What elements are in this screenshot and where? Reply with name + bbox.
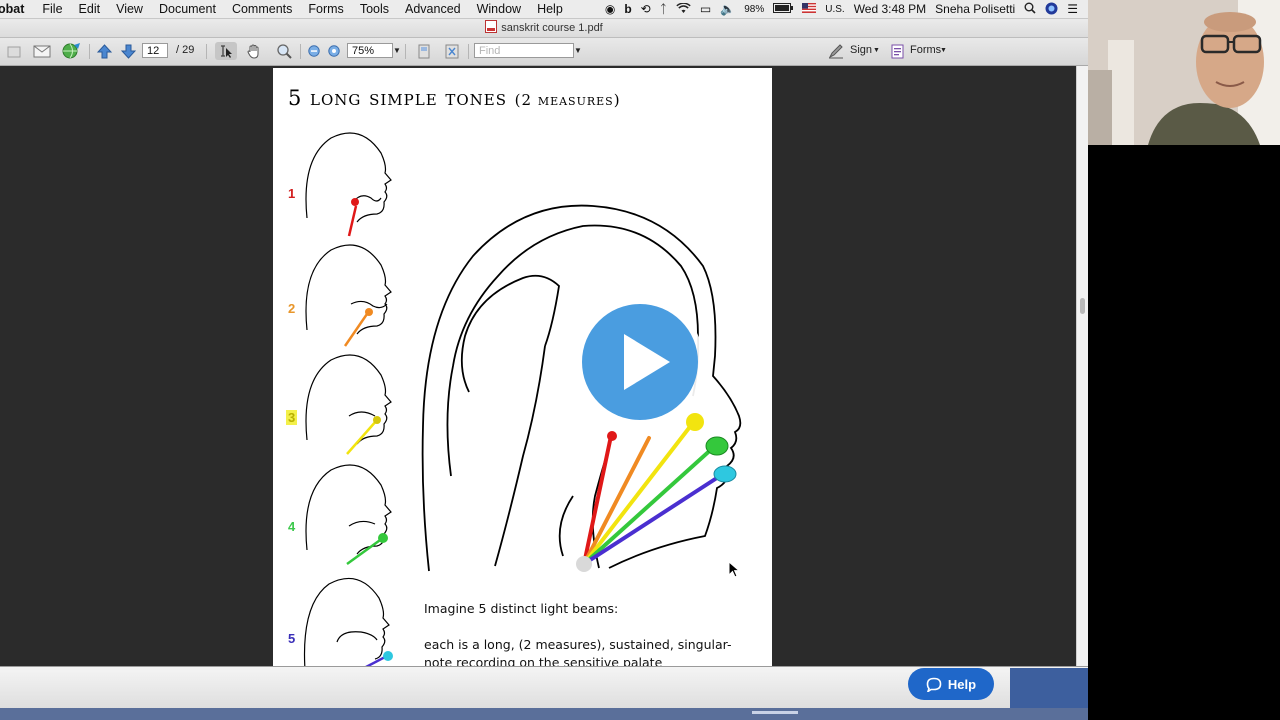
webcam-overlay	[1088, 0, 1280, 145]
menu-tools[interactable]: Tools	[352, 2, 397, 16]
zoom-dropdown-arrow-icon[interactable]: ▼	[393, 46, 401, 55]
menu-document[interactable]: Document	[151, 2, 224, 16]
volume-icon[interactable]: 🔈	[720, 3, 735, 15]
next-page-icon[interactable]	[119, 42, 137, 60]
scrollbar-thumb[interactable]	[1080, 298, 1085, 314]
sign-pen-icon[interactable]	[826, 42, 846, 60]
airplay-icon[interactable]: ▭	[700, 3, 711, 15]
document-viewport[interactable]: 5 long simple tones (2 measures) 1 2 3 4…	[0, 66, 1076, 666]
instruction-text: Imagine 5 distinct light beams: each is …	[424, 600, 754, 666]
single-page-view-icon[interactable]	[414, 42, 434, 60]
tone-number-2: 2	[288, 301, 296, 316]
forms-menu[interactable]: Forms	[910, 44, 941, 56]
background-panel	[1010, 668, 1088, 708]
dock-indicator	[752, 711, 798, 714]
menu-edit[interactable]: Edit	[71, 2, 109, 16]
tone-number-3: 3	[286, 410, 298, 425]
help-button-label: Help	[947, 676, 977, 692]
battery-icon[interactable]	[773, 3, 794, 15]
b-app-icon[interactable]: b	[624, 3, 631, 15]
zoom-in-icon[interactable]	[326, 42, 342, 60]
pdf-file-icon	[485, 20, 498, 33]
page-number-input[interactable]: 12	[142, 43, 168, 58]
menu-forms[interactable]: Forms	[300, 2, 351, 16]
tone-number-5: 5	[288, 631, 296, 646]
select-text-tool-icon[interactable]	[215, 42, 237, 60]
battery-percent: 98%	[744, 3, 765, 15]
zoom-out-icon[interactable]	[306, 42, 322, 60]
find-input[interactable]: Find	[474, 43, 574, 58]
find-dropdown-arrow-icon[interactable]: ▼	[574, 46, 582, 55]
time-machine-icon[interactable]: ⟲	[641, 3, 651, 15]
black-side-panel	[1088, 145, 1280, 720]
toolbar-separator	[405, 44, 406, 59]
toolbar-separator	[300, 44, 301, 59]
previous-page-icon[interactable]	[95, 42, 113, 60]
siri-icon[interactable]	[1045, 2, 1058, 17]
heading-sub: (2 measures)	[514, 91, 621, 109]
email-icon[interactable]	[32, 42, 52, 60]
toolbar-separator	[206, 44, 207, 59]
hand-tool-icon[interactable]	[243, 42, 265, 60]
chat-bubble-icon	[926, 677, 942, 692]
menu-comments[interactable]: Comments	[224, 2, 300, 16]
wifi-icon[interactable]	[676, 1, 691, 16]
menu-help[interactable]: Help	[529, 2, 571, 16]
mouse-cursor-icon	[728, 561, 740, 578]
tone-number-1: 1	[288, 186, 296, 201]
marquee-zoom-icon[interactable]	[273, 42, 295, 60]
user-name[interactable]: Sneha Polisetti	[935, 2, 1015, 16]
menu-file[interactable]: File	[34, 2, 70, 16]
heading-main: 5 long simple tones	[288, 86, 507, 110]
menu-bar: obat File Edit View Document Comments Fo…	[0, 0, 1088, 19]
menu-view[interactable]: View	[108, 2, 151, 16]
status-circle-icon[interactable]: ◉	[605, 3, 615, 15]
spotlight-search-icon[interactable]	[1024, 2, 1036, 16]
zoom-level-field[interactable]: 75%	[347, 43, 393, 58]
forms-dropdown-arrow-icon[interactable]: ▼	[940, 47, 947, 54]
menu-advanced[interactable]: Advanced	[397, 2, 469, 16]
acrobat-toolbar: 12 / 29 75% ▼ Find ▼ Sign ▼ Forms ▼	[0, 38, 1088, 66]
input-source-label[interactable]: U.S.	[825, 4, 844, 15]
instruction-line-2: each is a long, (2 measures), sustained,…	[424, 637, 732, 666]
presenter-video-image	[1088, 0, 1280, 145]
page-heading: 5 long simple tones (2 measures)	[288, 86, 621, 110]
toolbar-separator	[468, 44, 469, 59]
play-icon[interactable]	[574, 296, 706, 428]
window-title: sanskrit course 1.pdf	[501, 22, 603, 34]
notification-center-icon[interactable]: ☰	[1067, 3, 1078, 15]
forms-icon[interactable]	[888, 42, 906, 60]
flag-icon[interactable]	[802, 3, 817, 15]
small-head-diagrams	[303, 132, 393, 666]
bluetooth-icon[interactable]: ᛏ	[660, 3, 667, 15]
instruction-line-1: Imagine 5 distinct light beams:	[424, 601, 619, 616]
page-total: / 29	[176, 44, 195, 56]
fit-page-icon[interactable]	[442, 42, 462, 60]
window-title-bar: sanskrit course 1.pdf	[0, 19, 1088, 38]
toolbar-separator	[89, 44, 90, 59]
help-button[interactable]: Help	[908, 668, 994, 700]
desktop-bottom-bar	[0, 708, 1088, 720]
clock[interactable]: Wed 3:48 PM	[854, 2, 926, 16]
app-menu[interactable]: obat	[0, 2, 34, 16]
sign-dropdown-arrow-icon[interactable]: ▼	[873, 47, 880, 54]
sign-menu[interactable]: Sign	[850, 44, 872, 56]
menu-window[interactable]: Window	[469, 2, 529, 16]
open-file-icon[interactable]	[6, 42, 22, 60]
collaborate-globe-icon[interactable]	[60, 42, 82, 60]
tone-number-4: 4	[288, 519, 296, 534]
